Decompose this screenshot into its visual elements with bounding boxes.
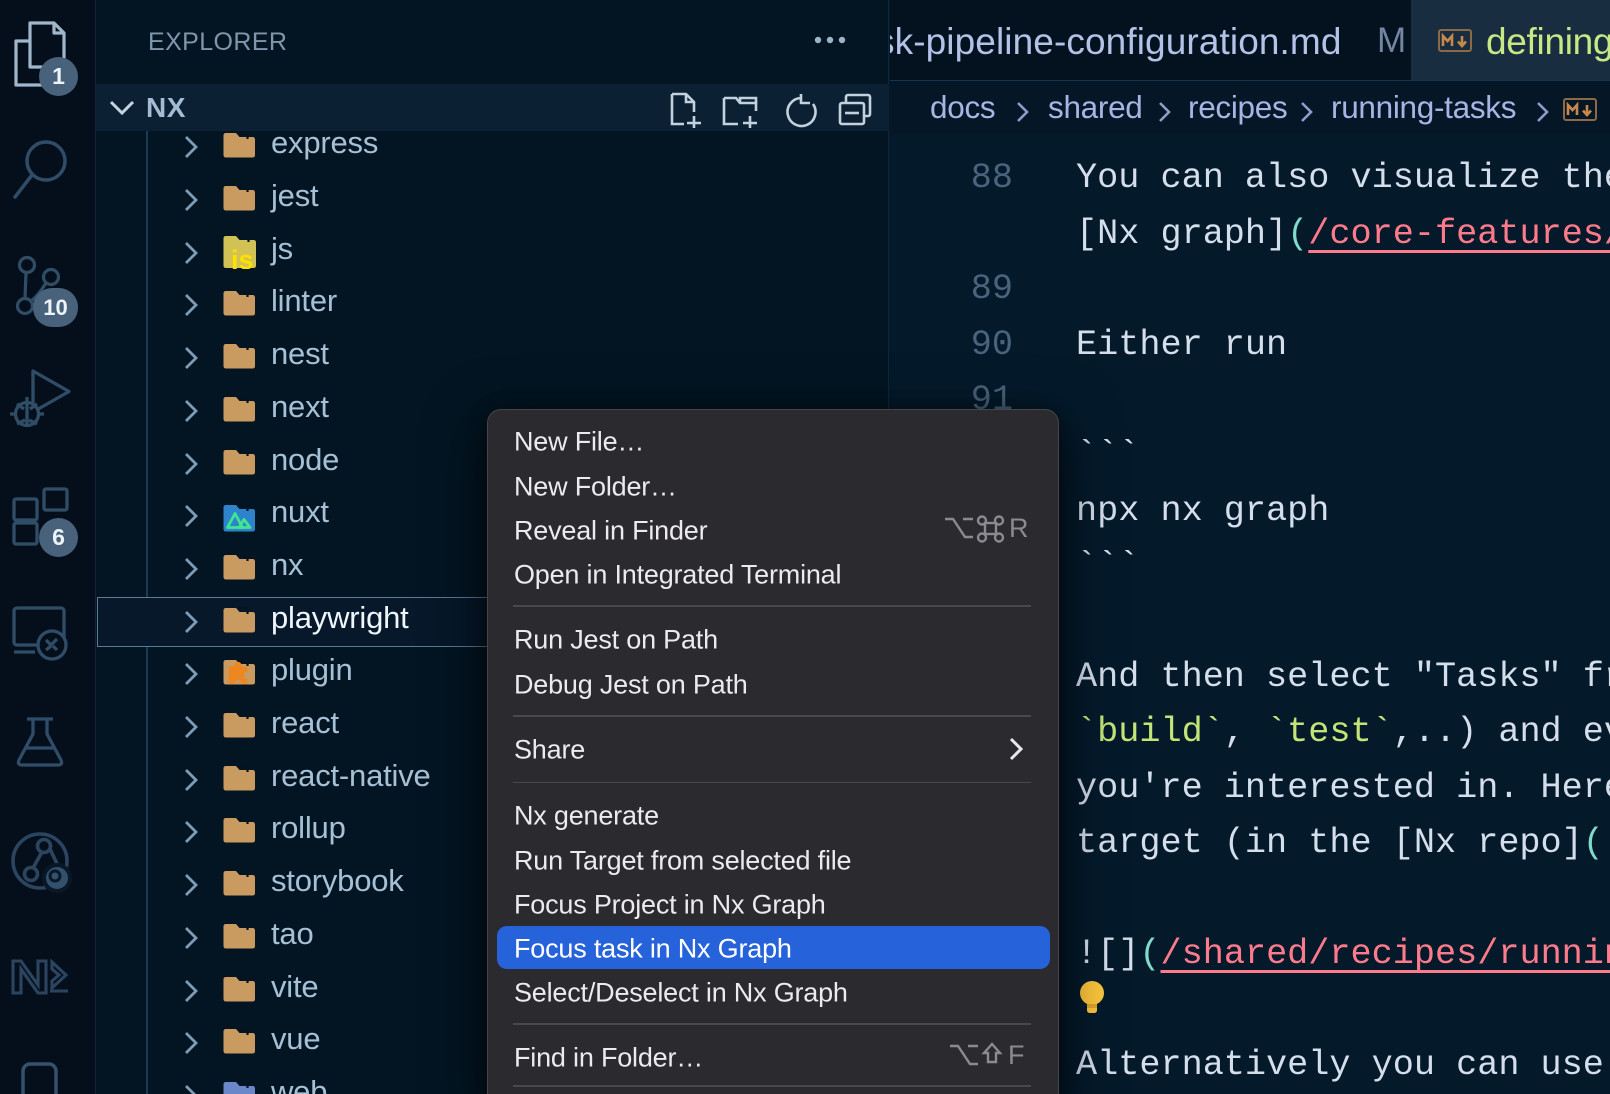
svg-text:F: F [1008, 1040, 1025, 1070]
svg-text:js: js [230, 245, 254, 269]
svg-text:R: R [1009, 513, 1029, 543]
